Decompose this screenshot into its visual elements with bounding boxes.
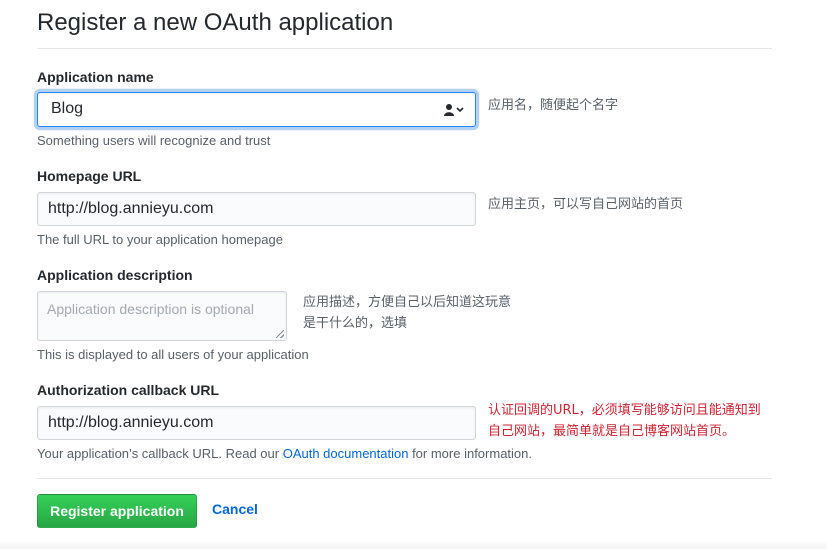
description-note-line2: 是干什么的，选填 <box>303 316 408 331</box>
callback-input[interactable]: http://blog.annieyu.com <box>37 406 476 440</box>
description-hint: This is displayed to all users of your a… <box>37 347 309 362</box>
callback-note: 认证回调的URL，必须填写能够访问且能通知到 自己网站，最简单就是自己博客网站首… <box>488 400 761 442</box>
description-label: Application description <box>37 267 193 283</box>
homepage-hint: The full URL to your application homepag… <box>37 232 283 247</box>
form-divider <box>37 478 772 479</box>
register-application-button[interactable]: Register application <box>37 494 197 528</box>
app-name-input[interactable]: Blog <box>37 92 476 127</box>
app-name-value: Blog <box>51 100 84 117</box>
user-autofill-icon[interactable] <box>443 102 465 118</box>
app-name-note: 应用名，随便起个名字 <box>488 98 619 113</box>
app-name-label: Application name <box>37 69 154 85</box>
callback-note-line2: 自己网站，最简单就是自己博客网站首页。 <box>488 424 736 439</box>
page-title: Register a new OAuth application <box>37 9 394 36</box>
app-name-hint: Something users will recognize and trust <box>37 133 271 148</box>
callback-hint-suffix: for more information. <box>408 446 532 461</box>
callback-hint-prefix: Your application’s callback URL. Read ou… <box>37 446 283 461</box>
homepage-value: http://blog.annieyu.com <box>48 200 214 217</box>
cancel-button[interactable]: Cancel <box>212 501 258 517</box>
description-note-line1: 应用描述，方便自己以后知道这玩意 <box>303 295 512 310</box>
callback-note-line1: 认证回调的URL，必须填写能够访问且能通知到 <box>488 403 761 418</box>
homepage-label: Homepage URL <box>37 168 142 184</box>
title-divider <box>37 48 772 49</box>
homepage-input[interactable]: http://blog.annieyu.com <box>37 192 476 226</box>
callback-label: Authorization callback URL <box>37 382 220 398</box>
description-placeholder: Application description is optional <box>47 301 255 317</box>
callback-value: http://blog.annieyu.com <box>48 414 214 431</box>
page-bottom-edge <box>0 541 827 549</box>
description-note: 应用描述，方便自己以后知道这玩意 是干什么的，选填 <box>303 292 511 334</box>
homepage-note: 应用主页，可以写自己网站的首页 <box>488 197 684 212</box>
oauth-documentation-link[interactable]: OAuth documentation <box>283 446 409 461</box>
description-textarea[interactable]: Application description is optional <box>37 291 287 341</box>
resize-grip-icon[interactable] <box>276 330 284 338</box>
callback-hint: Your application’s callback URL. Read ou… <box>37 446 532 461</box>
